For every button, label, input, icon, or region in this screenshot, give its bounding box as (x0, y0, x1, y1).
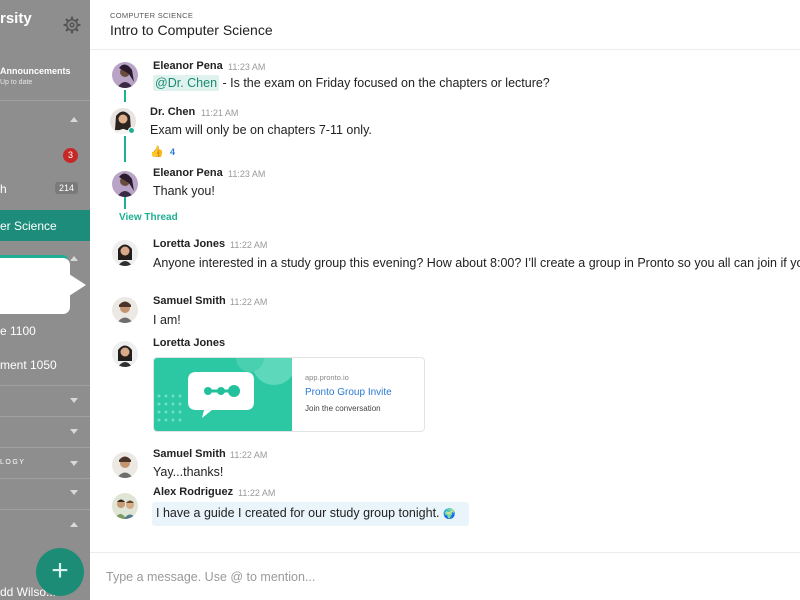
message-input[interactable] (106, 567, 606, 587)
workspace-name[interactable]: rsity (0, 10, 32, 27)
message-text: I have a guide I created for our study g… (156, 506, 455, 520)
message-author[interactable]: Samuel Smith (153, 448, 226, 460)
message-author[interactable]: Dr. Chen (150, 106, 195, 118)
globe-icon: 🌍 (443, 509, 456, 520)
avatar[interactable] (112, 452, 138, 478)
sidebar: rsity Announcements Up to date 3 h 214 e… (0, 0, 90, 600)
message-text: Yay...thanks! (153, 465, 224, 479)
sidebar-divider (0, 416, 90, 417)
thread-connector (124, 90, 126, 102)
avatar[interactable] (112, 493, 138, 519)
message-author[interactable]: Loretta Jones (153, 238, 225, 250)
message-timestamp: 11:22 AM (238, 488, 276, 498)
message-text: @Dr. Chen - Is the exam on Friday focuse… (153, 75, 550, 91)
tooltip-arrow (69, 274, 86, 296)
message-composer (90, 552, 800, 600)
sidebar-item-label: er Science (0, 219, 57, 233)
message-timestamp: 11:21 AM (201, 108, 239, 118)
sidebar-divider (0, 447, 90, 448)
message-author[interactable]: Eleanor Pena (153, 167, 223, 179)
chevron-up-icon[interactable] (70, 117, 78, 122)
message-author[interactable]: Samuel Smith (153, 295, 226, 307)
sidebar-item-1100[interactable]: e 1100 (0, 324, 36, 338)
avatar[interactable] (112, 240, 138, 266)
link-preview-card[interactable]: app.pronto.io Pronto Group Invite Join t… (153, 357, 425, 432)
sidebar-section-label: LOGY (0, 459, 26, 466)
page-title: Intro to Computer Science (110, 22, 273, 38)
message-timestamp: 11:22 AM (230, 240, 268, 250)
sidebar-item-1050[interactable]: ment 1050 (0, 358, 57, 372)
message-text: Thank you! (153, 184, 215, 198)
view-thread-link[interactable]: View Thread (119, 212, 178, 223)
message-body: I have a guide I created for our study g… (156, 506, 440, 520)
chevron-down-icon[interactable] (70, 398, 78, 403)
sidebar-divider (0, 478, 90, 479)
thread-connector (124, 136, 126, 162)
message-body: - Is the exam on Friday focused on the c… (219, 76, 550, 90)
avatar[interactable] (112, 297, 138, 323)
chevron-down-icon[interactable] (70, 429, 78, 434)
message-author[interactable]: Eleanor Pena (153, 60, 223, 72)
avatar[interactable] (112, 62, 138, 88)
link-preview-image (154, 358, 296, 431)
sidebar-item-announcements[interactable]: Announcements (0, 66, 71, 76)
thumbs-up-icon[interactable]: 👍 (150, 145, 164, 158)
unread-badge: 3 (63, 148, 78, 163)
sidebar-divider (0, 509, 90, 510)
chevron-up-icon[interactable] (70, 522, 78, 527)
thread-connector (124, 197, 126, 209)
message-timestamp: 11:23 AM (228, 62, 266, 72)
message-author[interactable]: Loretta Jones (153, 337, 225, 349)
sidebar-divider (0, 385, 90, 386)
user-mention[interactable]: @Dr. Chen (153, 75, 220, 91)
chevron-up-icon[interactable] (70, 256, 78, 261)
tooltip-popup (0, 258, 70, 314)
link-preview-url: app.pronto.io (305, 373, 349, 382)
channel-category: COMPUTER SCIENCE (110, 11, 194, 20)
channel-header: COMPUTER SCIENCE Intro to Computer Scien… (90, 0, 800, 50)
avatar[interactable] (112, 171, 138, 197)
sidebar-divider (0, 100, 90, 101)
link-preview-title[interactable]: Pronto Group Invite (305, 387, 392, 398)
announcements-status: Up to date (0, 79, 33, 86)
message-text: Anyone interested in a study group this … (153, 256, 800, 270)
member-count-badge: 214 (55, 182, 79, 194)
sidebar-item-h[interactable]: h (0, 182, 7, 196)
reaction-count[interactable]: 4 (170, 147, 175, 157)
message-timestamp: 11:22 AM (230, 297, 268, 307)
message-timestamp: 11:23 AM (228, 169, 266, 179)
message-author[interactable]: Alex Rodriguez (153, 486, 233, 498)
avatar[interactable] (112, 341, 138, 367)
link-preview-subtitle: Join the conversation (305, 404, 381, 413)
online-status-indicator (128, 127, 135, 134)
message-timestamp: 11:22 AM (230, 450, 268, 460)
sidebar-item-computer-science[interactable]: er Science (0, 210, 90, 241)
chevron-down-icon[interactable] (70, 461, 78, 466)
new-message-button[interactable]: + (36, 548, 84, 596)
message-text: Exam will only be on chapters 7-11 only. (150, 123, 372, 137)
message-text: I am! (153, 313, 181, 327)
gear-icon[interactable] (63, 16, 81, 34)
chevron-down-icon[interactable] (70, 490, 78, 495)
plus-icon: + (51, 554, 69, 587)
